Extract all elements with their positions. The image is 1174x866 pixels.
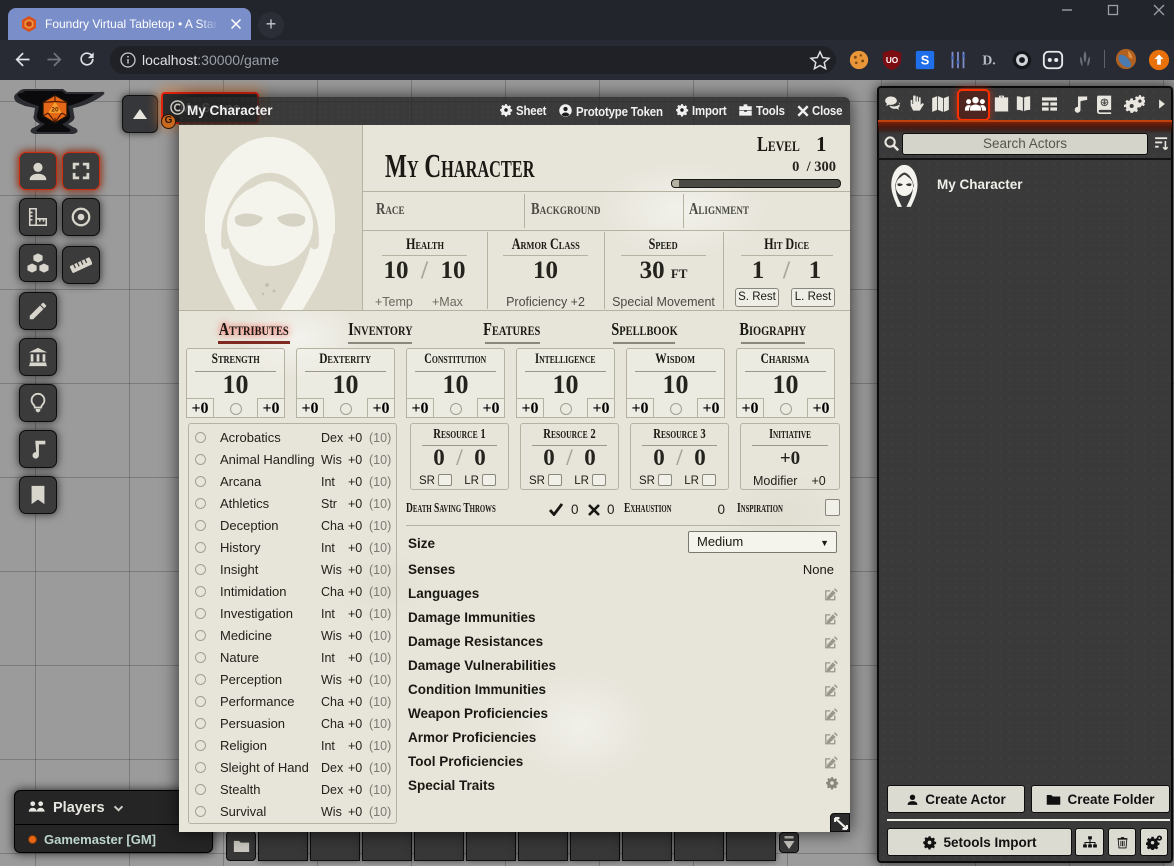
svg-text:20: 20: [51, 107, 59, 114]
svg-text:UO: UO: [886, 56, 899, 65]
svg-text:S: S: [921, 53, 930, 68]
svg-text:D.: D.: [982, 53, 995, 68]
